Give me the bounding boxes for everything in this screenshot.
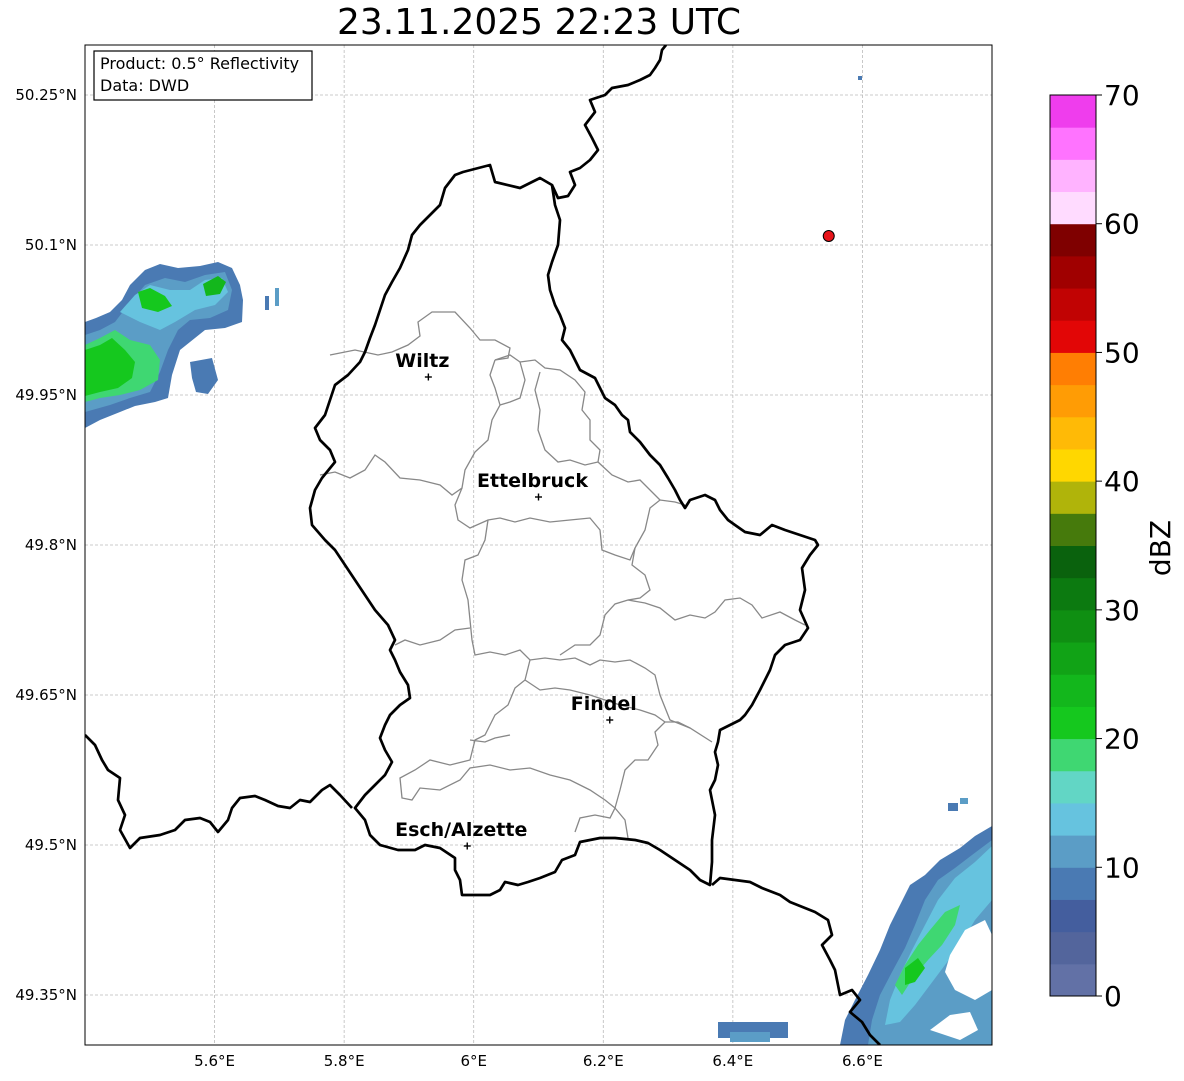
lon-tick-label: 6.2°E xyxy=(583,1052,624,1070)
colorbar-tick-label: 50 xyxy=(1104,336,1140,369)
colorbar-segment xyxy=(1050,416,1096,450)
colorbar-segment xyxy=(1050,835,1096,868)
colorbar-ticks: 0 10 20 30 40 50 60 70 xyxy=(1096,79,1140,1013)
map-panel: Wiltz Ettelbruck Findel Esch/Alzette xyxy=(85,45,992,1045)
colorbar-segment xyxy=(1050,931,1096,965)
lon-tick-label: 6.6°E xyxy=(842,1052,883,1070)
colorbar-tick-label: 70 xyxy=(1104,79,1140,112)
colorbar-segment xyxy=(1050,352,1096,386)
colorbar-segment xyxy=(1050,642,1096,675)
city-label: Wiltz xyxy=(395,350,449,372)
colorbar-segment xyxy=(1050,802,1096,836)
colorbar-segment xyxy=(1050,255,1096,289)
colorbar-segment xyxy=(1050,609,1096,643)
colorbar-tick-label: 20 xyxy=(1104,723,1140,756)
colorbar-segment xyxy=(1050,867,1096,900)
lat-tick-label: 49.65°N xyxy=(15,686,77,704)
colorbar-tick-label: 10 xyxy=(1104,851,1140,884)
city-label: Esch/Alzette xyxy=(395,819,527,841)
colorbar-segment xyxy=(1050,288,1096,321)
colorbar-segment xyxy=(1050,320,1096,353)
lon-tick-label: 5.6°E xyxy=(194,1052,235,1070)
colorbar-segment xyxy=(1050,127,1096,160)
lon-tick-label: 6.4°E xyxy=(712,1052,753,1070)
colorbar-tick-label: 60 xyxy=(1104,208,1140,241)
colorbar-segment xyxy=(1050,384,1096,418)
lat-tick-label: 49.5°N xyxy=(25,836,77,854)
colorbar-segment xyxy=(1050,513,1096,546)
info-box: Product: 0.5° Reflectivity Data: DWD xyxy=(93,50,313,101)
colorbar-segment xyxy=(1050,481,1096,514)
lon-tick-label: 5.8°E xyxy=(324,1052,365,1070)
colorbar-segment xyxy=(1050,545,1096,579)
colorbar-segment xyxy=(1050,223,1096,257)
lat-tick-label: 49.8°N xyxy=(25,536,77,554)
colorbar-tick-label: 0 xyxy=(1104,980,1122,1013)
colorbar-segment xyxy=(1050,738,1096,772)
colorbar-tick-label: 30 xyxy=(1104,594,1140,627)
info-data-source: Data: DWD xyxy=(100,76,189,95)
city-label: Findel xyxy=(571,693,637,715)
colorbar-segment xyxy=(1050,706,1096,740)
radar-figure: Wiltz Ettelbruck Findel Esch/Alzette 5.6°E 5… xyxy=(15,44,1177,1070)
colorbar: 0 10 20 30 40 50 60 70 dBZ xyxy=(1049,79,1177,1013)
colorbar-segment xyxy=(1050,95,1096,128)
colorbar-segment xyxy=(1050,191,1096,225)
colorbar-segment xyxy=(1050,577,1096,611)
lat-tick-label: 49.95°N xyxy=(15,386,77,404)
lat-tick-label: 49.35°N xyxy=(15,986,77,1004)
colorbar-tick-label: 40 xyxy=(1104,465,1140,498)
colorbar-segment xyxy=(1050,159,1096,193)
colorbar-segments xyxy=(1050,95,1096,997)
colorbar-segment xyxy=(1050,899,1096,933)
info-product: Product: 0.5° Reflectivity xyxy=(100,54,299,73)
city-label: Ettelbruck xyxy=(477,470,588,492)
lat-tick-label: 50.1°N xyxy=(25,236,77,254)
radar-site-marker xyxy=(822,230,835,242)
colorbar-segment xyxy=(1050,963,1096,997)
colorbar-segment xyxy=(1050,674,1096,707)
lat-tick-label: 50.25°N xyxy=(15,86,77,104)
colorbar-segment xyxy=(1050,770,1096,804)
colorbar-segment xyxy=(1050,448,1096,482)
lon-tick-label: 6°E xyxy=(460,1052,487,1070)
colorbar-label: dBZ xyxy=(1144,520,1177,576)
